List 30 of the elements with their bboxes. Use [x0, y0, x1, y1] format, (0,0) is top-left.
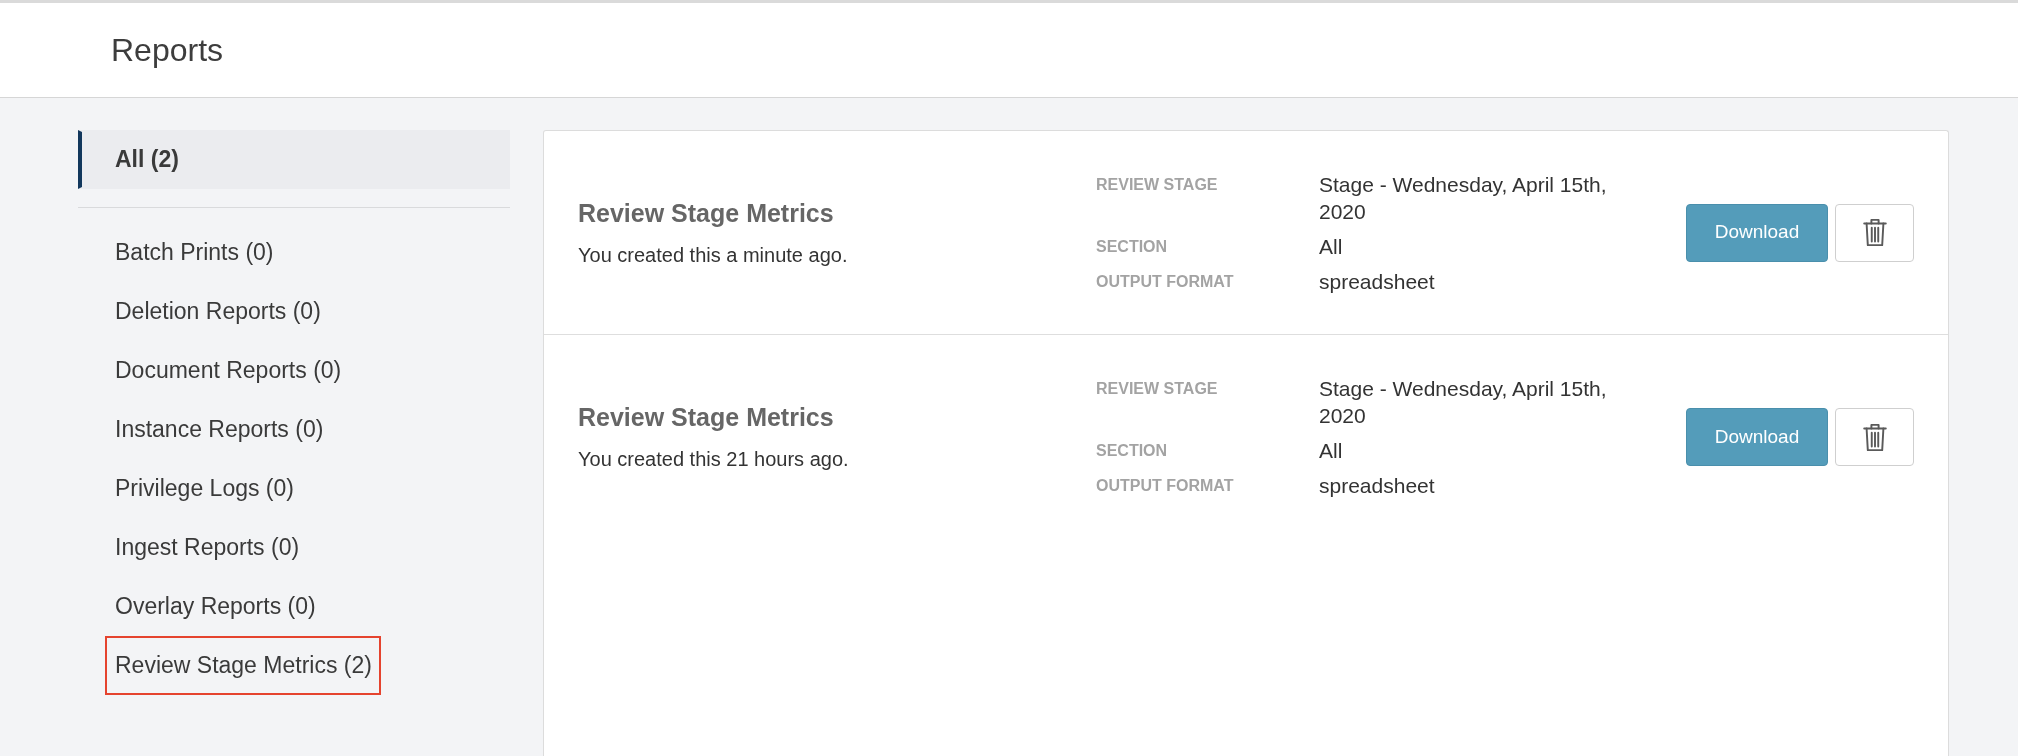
sidebar-item[interactable]: Overlay Reports (0)	[105, 577, 325, 636]
sidebar-item[interactable]: Review Stage Metrics (2)	[105, 636, 381, 695]
trash-icon	[1862, 218, 1887, 247]
report-title: Review Stage Metrics	[578, 197, 835, 229]
detail-label: REVIEW STAGE	[1096, 379, 1219, 399]
detail-value: spreadsheet	[1319, 268, 1436, 295]
detail-label: OUTPUT FORMAT	[1096, 476, 1235, 496]
delete-button[interactable]	[1835, 408, 1914, 466]
sidebar-item[interactable]: Instance Reports (0)	[105, 400, 333, 459]
report-title: Review Stage Metrics	[578, 402, 835, 433]
sidebar-item[interactable]: Deletion Reports (0)	[105, 282, 330, 341]
trash-icon	[1862, 422, 1887, 452]
detail-value: Stage - Wednesday, April 15th, 2020	[1319, 376, 1608, 429]
sidebar-item[interactable]: Ingest Reports (0)	[105, 518, 309, 577]
sidebar-item[interactable]: All (2)	[78, 130, 510, 189]
detail-value: Stage - Wednesday, April 15th, 2020	[1319, 171, 1608, 225]
detail-value: spreadsheet	[1319, 473, 1436, 499]
sidebar-item[interactable]: Document Reports (0)	[105, 341, 351, 400]
sidebar-item[interactable]: Batch Prints (0)	[105, 223, 283, 282]
detail-value: All	[1319, 233, 1344, 260]
sidebar-item[interactable]: Privilege Logs (0)	[105, 459, 303, 518]
page-title: Reports	[111, 34, 224, 66]
delete-button[interactable]	[1835, 203, 1914, 262]
report-created-text: You created this a minute ago.	[578, 242, 849, 268]
detail-label: SECTION	[1096, 441, 1169, 461]
detail-label: SECTION	[1096, 236, 1169, 257]
detail-label: REVIEW STAGE	[1096, 174, 1219, 195]
detail-label: OUTPUT FORMAT	[1096, 271, 1235, 292]
report-created-text: You created this 21 hours ago.	[578, 447, 850, 472]
detail-value: All	[1319, 438, 1344, 464]
